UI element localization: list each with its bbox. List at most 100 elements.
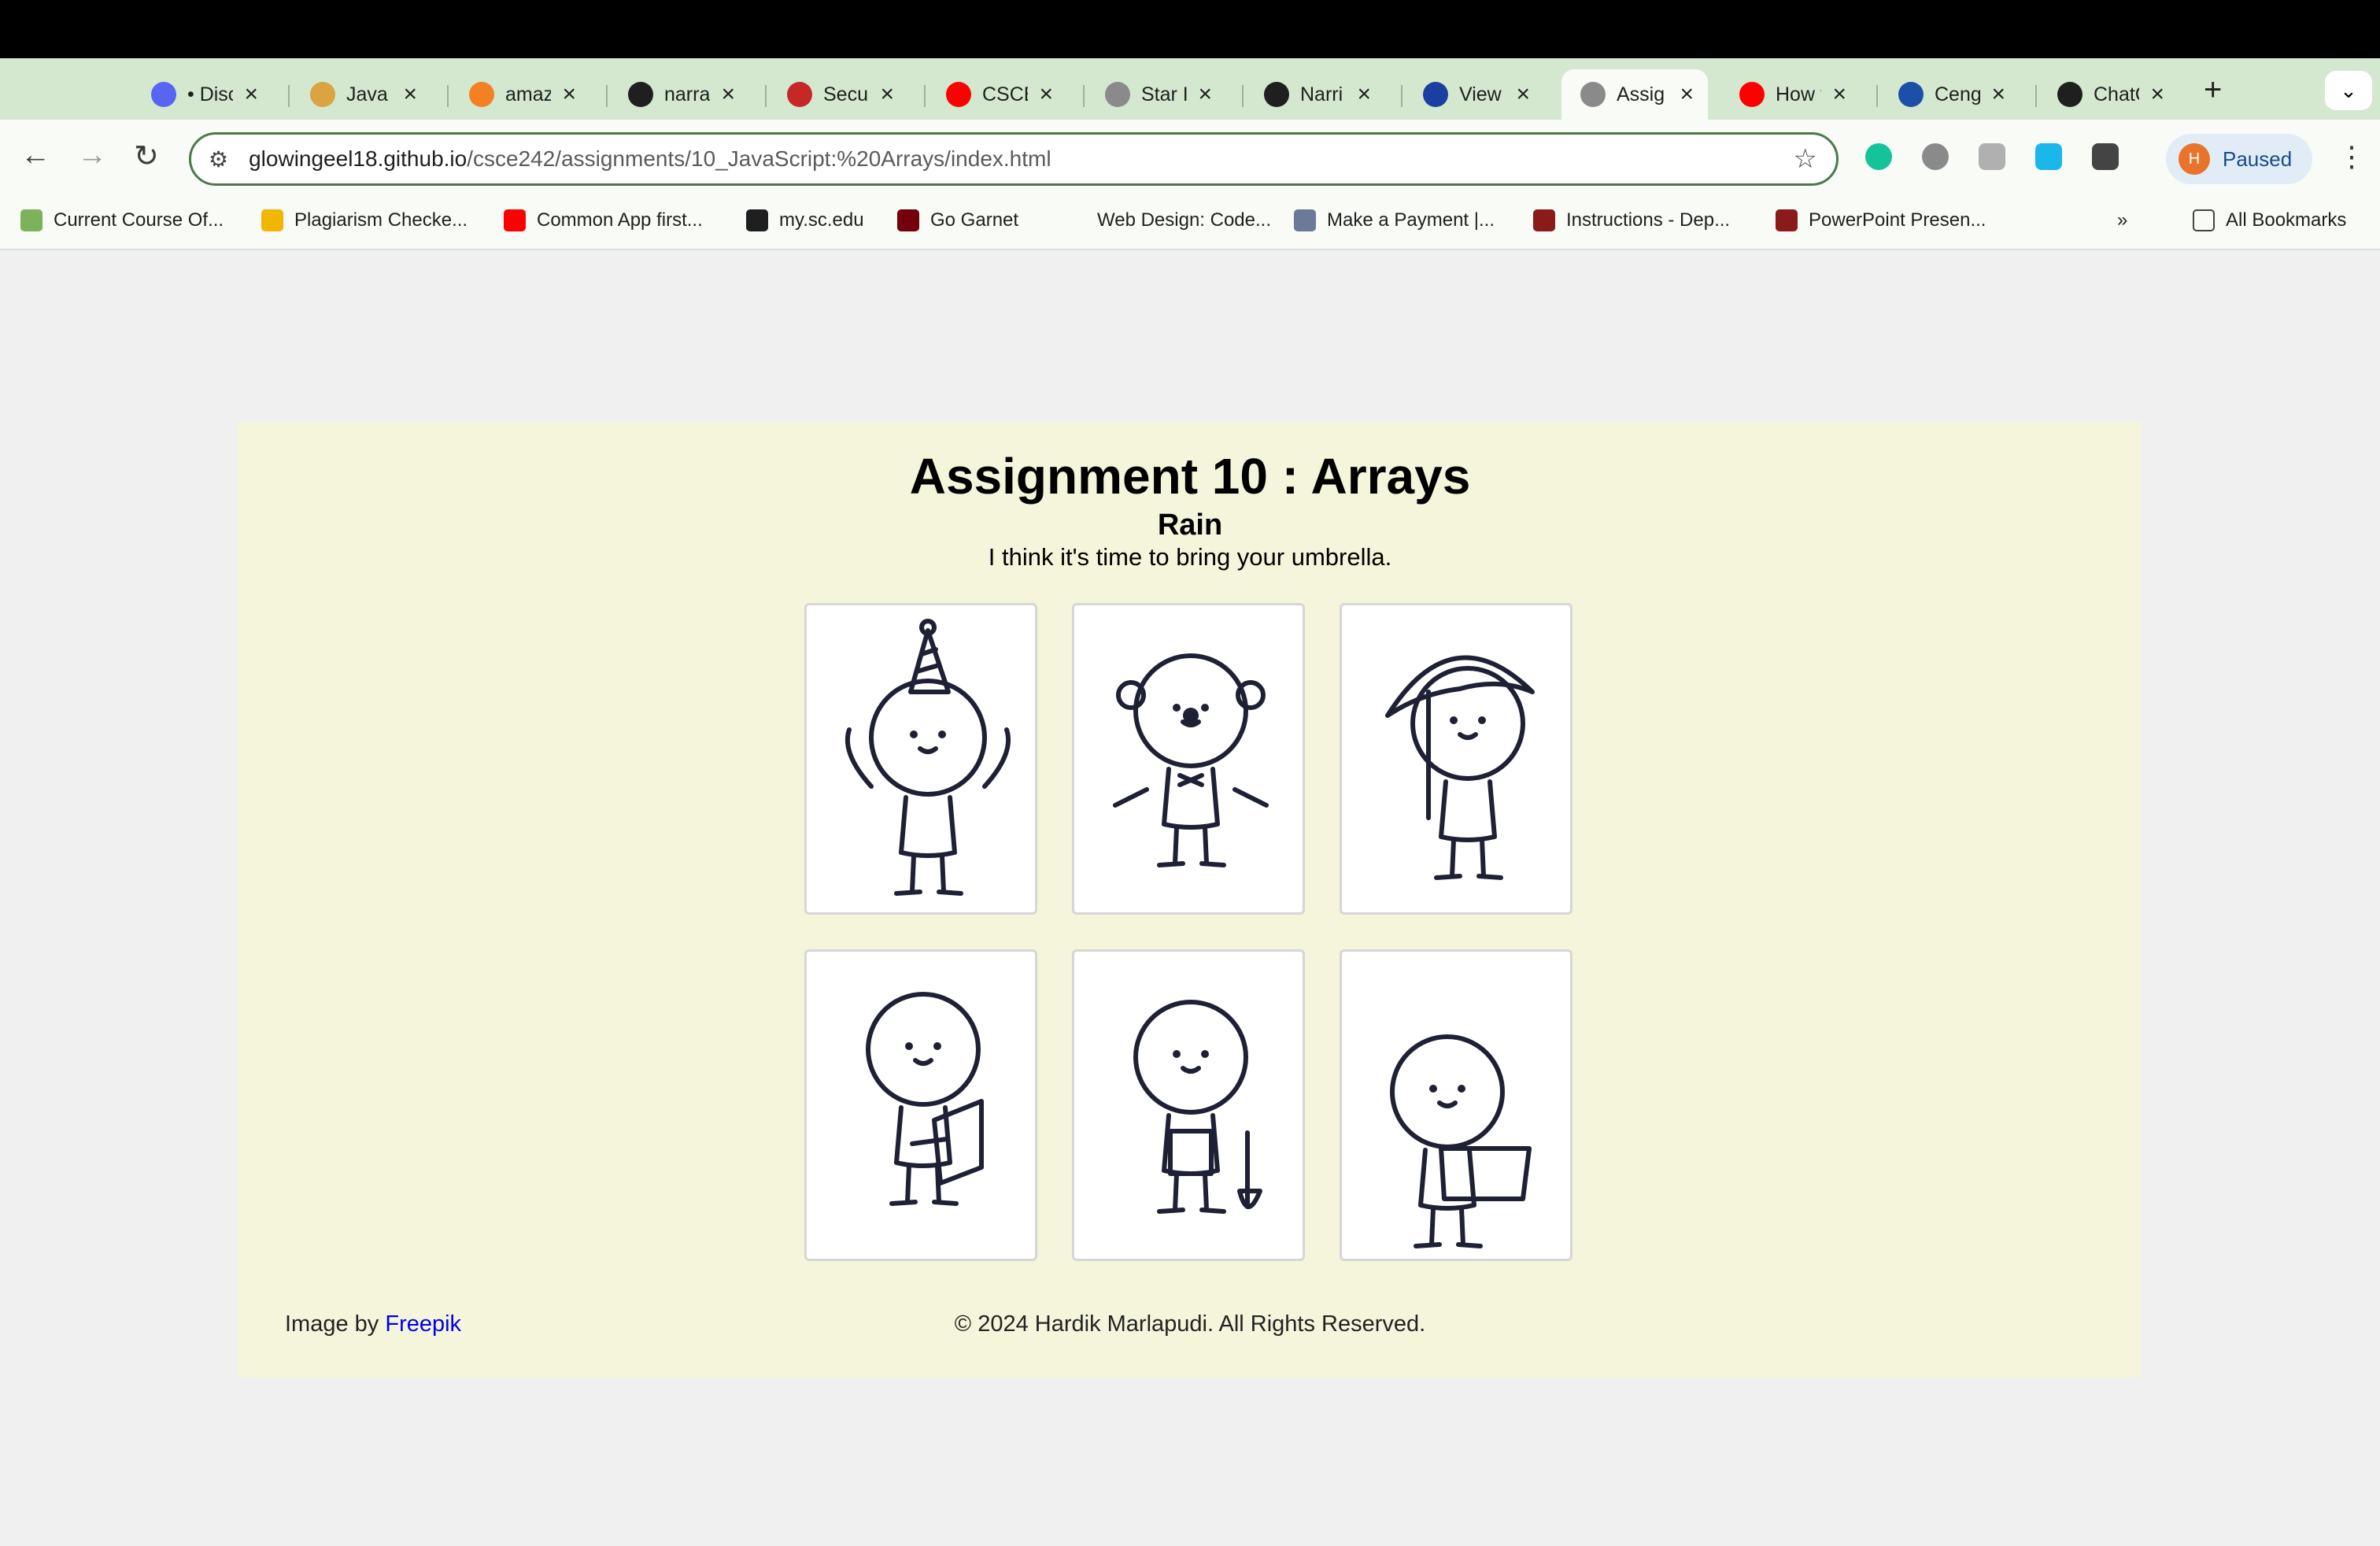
new-tab-button[interactable]: + — [2204, 72, 2222, 108]
honey-extension-icon[interactable] — [1979, 143, 2005, 170]
all-bookmarks-button[interactable]: All Bookmarks — [2193, 209, 2346, 231]
tab-separator — [2035, 85, 2037, 107]
profile-button[interactable]: H Paused — [2166, 134, 2312, 184]
tab-title: ChatC — [2094, 83, 2139, 105]
tab-9[interactable]: Assig × — [1561, 69, 1708, 120]
tab-2[interactable]: amaz × — [450, 69, 590, 120]
close-tab-icon[interactable]: × — [721, 81, 735, 108]
bookmark-item[interactable]: Plagiarism Checke... — [261, 209, 468, 231]
close-tab-icon[interactable]: × — [1832, 81, 1846, 108]
tab-separator — [1242, 85, 1244, 107]
bookmark-item[interactable]: Go Garnet — [897, 209, 1018, 231]
tab-separator — [1083, 85, 1085, 107]
discord-icon — [151, 82, 176, 107]
tab-0[interactable]: • Disc × — [132, 69, 272, 120]
tab-separator — [606, 85, 608, 107]
bookmark-favicon-icon — [897, 209, 919, 231]
grammarly-extension-icon[interactable] — [1865, 143, 1892, 170]
bookmark-star-icon[interactable]: ☆ — [1794, 143, 1817, 175]
page-title: Assignment 10 : Arrays — [909, 448, 1471, 505]
party-hat-character — [804, 603, 1037, 915]
bookmark-label: Current Course Of... — [54, 209, 224, 231]
character-illustration — [1390, 1034, 1532, 1248]
url-text: glowingeel18.github.io/csce242/assignmen… — [249, 146, 1051, 172]
bookmark-favicon-icon — [20, 209, 42, 231]
browser-menu-icon[interactable]: ⋮ — [2338, 140, 2366, 173]
character-illustration — [844, 619, 1011, 896]
stack-icon — [469, 82, 494, 107]
tab-6[interactable]: Star I × — [1086, 69, 1226, 120]
bookmark-label: Web Design: Code... — [1097, 209, 1272, 231]
tab-separator — [924, 85, 926, 107]
bookmark-favicon-icon — [1776, 209, 1798, 231]
tab-4[interactable]: Secu × — [768, 69, 908, 120]
bookmark-item[interactable]: Make a Payment |... — [1294, 209, 1495, 231]
back-button[interactable]: ← — [20, 139, 50, 172]
forward-button[interactable]: → — [77, 139, 107, 172]
vimeo-extension-icon[interactable] — [2035, 143, 2062, 170]
close-tab-icon[interactable]: × — [1198, 81, 1212, 108]
tab-12[interactable]: ChatC × — [2038, 69, 2179, 120]
camera-extension-icon[interactable] — [1922, 143, 1949, 170]
bookmark-favicon-icon — [746, 209, 768, 231]
tab-title: How t — [1776, 83, 1822, 105]
character-illustration — [1113, 653, 1269, 867]
tab-separator — [1876, 85, 1878, 107]
tab-title: CSCE — [982, 83, 1028, 105]
tab-11[interactable]: Ceng × — [1879, 69, 2020, 120]
reload-button[interactable]: ↻ — [134, 139, 159, 174]
bookmark-item[interactable]: PowerPoint Presen... — [1776, 209, 1986, 231]
bookmark-label: Go Garnet — [930, 209, 1019, 231]
bookmark-item[interactable]: Current Course Of... — [20, 209, 224, 231]
profile-status: Paused — [2223, 146, 2293, 171]
youtube-icon — [1739, 82, 1765, 107]
close-tab-icon[interactable]: × — [1680, 81, 1694, 108]
bookmark-item[interactable]: Web Design: Code... — [1064, 209, 1271, 231]
page-subtitle: Rain — [1157, 509, 1223, 542]
umbrella-character — [1340, 603, 1572, 915]
tab-title: View — [1459, 83, 1502, 105]
bookmark-favicon-icon — [261, 209, 283, 231]
url-host: glowingeel18.github.io — [249, 146, 468, 171]
address-bar[interactable]: ⚙ glowingeel18.github.io/csce242/assignm… — [189, 132, 1839, 186]
tab-search-button[interactable]: ⌄ — [2325, 71, 2372, 110]
close-tab-icon[interactable]: × — [562, 81, 576, 108]
bookmark-item[interactable]: my.sc.edu — [746, 209, 864, 231]
bookmark-item[interactable]: Instructions - Dep... — [1533, 209, 1730, 231]
character-illustration — [1133, 1000, 1262, 1214]
close-tab-icon[interactable]: × — [1991, 81, 2005, 108]
tab-10[interactable]: How t × — [1720, 69, 1861, 120]
close-tab-icon[interactable]: × — [1516, 81, 1530, 108]
clown-character — [1072, 603, 1305, 915]
system-top-bar — [0, 0, 2380, 58]
close-tab-icon[interactable]: × — [1039, 81, 1053, 108]
character-illustration — [1385, 655, 1535, 880]
tab-3[interactable]: narra × — [609, 69, 749, 120]
globe-icon — [1105, 82, 1130, 107]
close-tab-icon[interactable]: × — [403, 81, 417, 108]
bookmarks-overflow-icon[interactable]: » — [2117, 209, 2127, 231]
close-tab-icon[interactable]: × — [1357, 81, 1371, 108]
extensions-puzzle-icon[interactable] — [2092, 143, 2119, 170]
all-bookmarks-label: All Bookmarks — [2226, 209, 2347, 231]
tab-title: Assig — [1617, 83, 1665, 105]
tab-1[interactable]: Java × — [291, 69, 431, 120]
tab-title: Secu — [823, 83, 868, 105]
bookmark-favicon-icon — [1533, 209, 1555, 231]
tab-strip: • Disc × Java × amaz × narra × Secu × CSCE × Star I ×… — [0, 58, 2380, 120]
bookmark-item[interactable]: Common App first... — [504, 209, 703, 231]
bookmark-favicon-icon — [1294, 209, 1316, 231]
tab-5[interactable]: CSCE × — [927, 69, 1067, 120]
close-tab-icon[interactable]: × — [244, 81, 258, 108]
box-icon — [310, 82, 335, 107]
close-tab-icon[interactable]: × — [2150, 81, 2164, 108]
github-icon — [1264, 82, 1289, 107]
site-info-icon[interactable]: ⚙ — [209, 146, 228, 172]
globe-icon — [1580, 82, 1606, 107]
tab-7[interactable]: Narri × — [1245, 69, 1385, 120]
tab-title: Ceng — [1935, 83, 1981, 105]
bookmark-label: Instructions - Dep... — [1566, 209, 1731, 231]
gardener-character — [1072, 949, 1305, 1261]
tab-8[interactable]: View × — [1404, 69, 1544, 120]
close-tab-icon[interactable]: × — [880, 81, 894, 108]
